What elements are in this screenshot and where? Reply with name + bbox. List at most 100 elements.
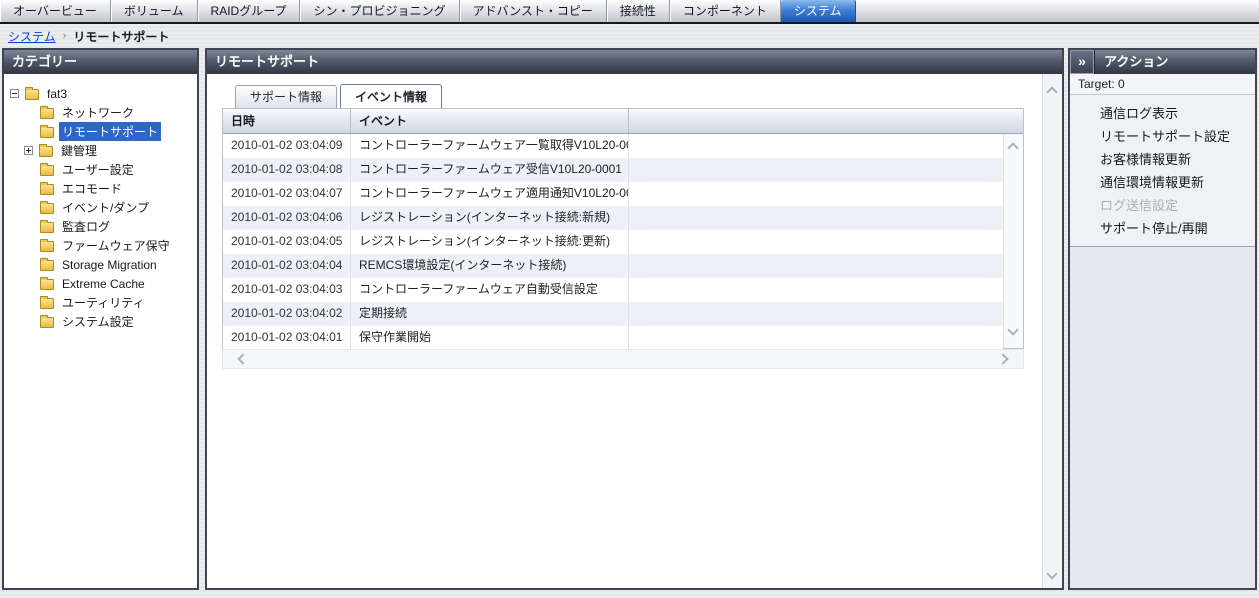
column-header-datetime: 日時 xyxy=(223,109,351,133)
nav-tab-connectivity[interactable]: 接続性 xyxy=(607,0,670,22)
table-row: 2010-01-02 03:04:08 コントローラーファームウェア受信V10L… xyxy=(223,158,1003,182)
action-item-support-stop-resume[interactable]: サポート停止/再開 xyxy=(1070,217,1255,240)
scroll-up-icon[interactable] xyxy=(1007,142,1018,153)
tree-item-extreme-cache[interactable]: Extreme Cache xyxy=(8,274,195,293)
event-table-header: 日時 イベント xyxy=(223,109,1023,134)
action-item-communication-log[interactable]: 通信ログ表示 xyxy=(1070,102,1255,125)
cell-datetime: 2010-01-02 03:04:04 xyxy=(223,254,351,278)
tree-item-remote-support[interactable]: リモートサポート xyxy=(8,122,195,141)
breadcrumb-current: リモートサポート xyxy=(73,28,169,45)
cell-datetime: 2010-01-02 03:04:06 xyxy=(223,206,351,230)
scroll-down-icon[interactable] xyxy=(1046,568,1057,579)
tree-item-firmware-maintenance[interactable]: ファームウェア保守 xyxy=(8,236,195,255)
action-panel-header: » アクション xyxy=(1070,50,1255,74)
tree-item-root[interactable]: fat3 xyxy=(8,84,195,103)
expand-expander-icon[interactable] xyxy=(24,146,33,155)
table-row: 2010-01-02 03:04:01 保守作業開始 xyxy=(223,326,1003,350)
action-item-communication-env-update[interactable]: 通信環境情報更新 xyxy=(1070,171,1255,194)
cell-filler xyxy=(629,326,1003,350)
tree-item-key-management-label: 鍵管理 xyxy=(58,141,100,160)
cell-event: REMCS環境設定(インターネット接続) xyxy=(351,254,629,278)
nav-tab-system[interactable]: システム xyxy=(781,0,856,22)
tree-item-utility[interactable]: ユーティリティ xyxy=(8,293,195,312)
tree-item-network[interactable]: ネットワーク xyxy=(8,103,195,122)
tree-item-fat3-label: fat3 xyxy=(44,86,70,102)
category-panel-header: カテゴリー xyxy=(4,50,197,74)
folder-icon xyxy=(40,108,54,119)
tree-item-remote-support-label: リモートサポート xyxy=(59,122,161,141)
tree-item-user-settings[interactable]: ユーザー設定 xyxy=(8,160,195,179)
collapse-expander-icon[interactable] xyxy=(10,89,19,98)
category-panel-title: カテゴリー xyxy=(12,54,77,69)
cell-event: コントローラーファームウェア一覧取得V10L20-0001 xyxy=(351,134,629,158)
cell-filler xyxy=(629,134,1003,158)
tree-item-audit-log[interactable]: 監査ログ xyxy=(8,217,195,236)
folder-icon xyxy=(40,241,54,252)
folder-icon xyxy=(40,203,54,214)
tree-item-user-settings-label: ユーザー設定 xyxy=(59,160,137,179)
tab-event-info[interactable]: イベント情報 xyxy=(340,84,442,108)
tree-item-extreme-cache-label: Extreme Cache xyxy=(59,276,148,292)
cell-filler xyxy=(629,158,1003,182)
tree-item-firmware-maintenance-label: ファームウェア保守 xyxy=(59,236,173,255)
cell-filler xyxy=(629,230,1003,254)
page-title: リモートサポート xyxy=(215,54,319,69)
category-tree: fat3 ネットワーク リモートサポート 鍵管理 ユーザー設定 エコモード xyxy=(4,74,197,331)
scroll-down-icon[interactable] xyxy=(1007,324,1018,335)
nav-tab-thin-provisioning[interactable]: シン・プロビジョニング xyxy=(300,0,459,22)
cell-event: レジストレーション(インターネット接続:更新) xyxy=(351,230,629,254)
breadcrumb-system-link[interactable]: システム xyxy=(8,28,56,45)
cell-event: 定期接続 xyxy=(351,302,629,326)
cell-event: 保守作業開始 xyxy=(351,326,629,350)
tab-support-info[interactable]: サポート情報 xyxy=(235,85,337,108)
table-horizontal-scrollbar[interactable] xyxy=(222,349,1024,369)
cell-filler xyxy=(629,302,1003,326)
folder-icon xyxy=(40,298,54,309)
tree-item-audit-log-label: 監査ログ xyxy=(59,217,113,236)
nav-tab-overview[interactable]: オーバービュー xyxy=(0,0,111,22)
action-list: 通信ログ表示 リモートサポート設定 お客様情報更新 通信環境情報更新 ログ送信設… xyxy=(1070,95,1255,246)
tree-item-eco-mode[interactable]: エコモード xyxy=(8,179,195,198)
nav-tab-raid-group[interactable]: RAIDグループ xyxy=(198,0,301,22)
tree-item-key-management[interactable]: 鍵管理 xyxy=(8,141,195,160)
event-table: 日時 イベント 2010-01-02 03:04:09 コントローラーファームウ… xyxy=(222,108,1024,349)
action-item-customer-info-update[interactable]: お客様情報更新 xyxy=(1070,148,1255,171)
action-item-remote-support-settings[interactable]: リモートサポート設定 xyxy=(1070,125,1255,148)
cell-filler xyxy=(629,206,1003,230)
tree-item-storage-migration[interactable]: Storage Migration xyxy=(8,255,195,274)
nav-tab-volume[interactable]: ボリューム xyxy=(111,0,198,22)
table-row: 2010-01-02 03:04:09 コントローラーファームウェア一覧取得V1… xyxy=(223,134,1003,158)
folder-icon xyxy=(39,146,53,157)
column-header-filler xyxy=(629,109,1023,133)
action-panel: » アクション Target: 0 通信ログ表示 リモートサポート設定 お客様情… xyxy=(1068,48,1257,590)
main-vertical-scrollbar[interactable] xyxy=(1042,74,1062,588)
tree-item-eco-mode-label: エコモード xyxy=(59,179,125,198)
content-tabs: サポート情報 イベント情報 xyxy=(235,84,445,108)
target-count: Target: 0 xyxy=(1070,74,1255,95)
table-row: 2010-01-02 03:04:04 REMCS環境設定(インターネット接続) xyxy=(223,254,1003,278)
action-panel-filler xyxy=(1070,246,1255,588)
action-item-log-send-settings: ログ送信設定 xyxy=(1070,194,1255,217)
scroll-up-icon[interactable] xyxy=(1046,86,1057,97)
cell-filler xyxy=(629,182,1003,206)
breadcrumb-separator: › xyxy=(63,30,67,42)
tree-item-network-label: ネットワーク xyxy=(59,103,137,122)
cell-filler xyxy=(629,254,1003,278)
tree-item-event-dump[interactable]: イベント/ダンプ xyxy=(8,198,195,217)
cell-datetime: 2010-01-02 03:04:07 xyxy=(223,182,351,206)
action-panel-title: アクション xyxy=(1104,54,1168,69)
category-panel: カテゴリー fat3 ネットワーク リモートサポート 鍵管理 ユーザー xyxy=(2,48,199,590)
scroll-left-icon[interactable] xyxy=(237,353,248,364)
cell-datetime: 2010-01-02 03:04:09 xyxy=(223,134,351,158)
cell-event: コントローラーファームウェア受信V10L20-0001 xyxy=(351,158,629,182)
tree-item-system-settings[interactable]: システム設定 xyxy=(8,312,195,331)
scroll-right-icon[interactable] xyxy=(997,353,1008,364)
nav-tab-component[interactable]: コンポーネント xyxy=(670,0,781,22)
cell-filler xyxy=(629,278,1003,302)
tree-item-system-settings-label: システム設定 xyxy=(59,312,137,331)
collapse-panel-button[interactable]: » xyxy=(1070,50,1095,74)
nav-tab-advanced-copy[interactable]: アドバンスト・コピー xyxy=(460,0,607,22)
event-table-body: 2010-01-02 03:04:09 コントローラーファームウェア一覧取得V1… xyxy=(223,134,1003,350)
table-vertical-scrollbar[interactable] xyxy=(1003,134,1023,348)
folder-icon xyxy=(40,222,54,233)
